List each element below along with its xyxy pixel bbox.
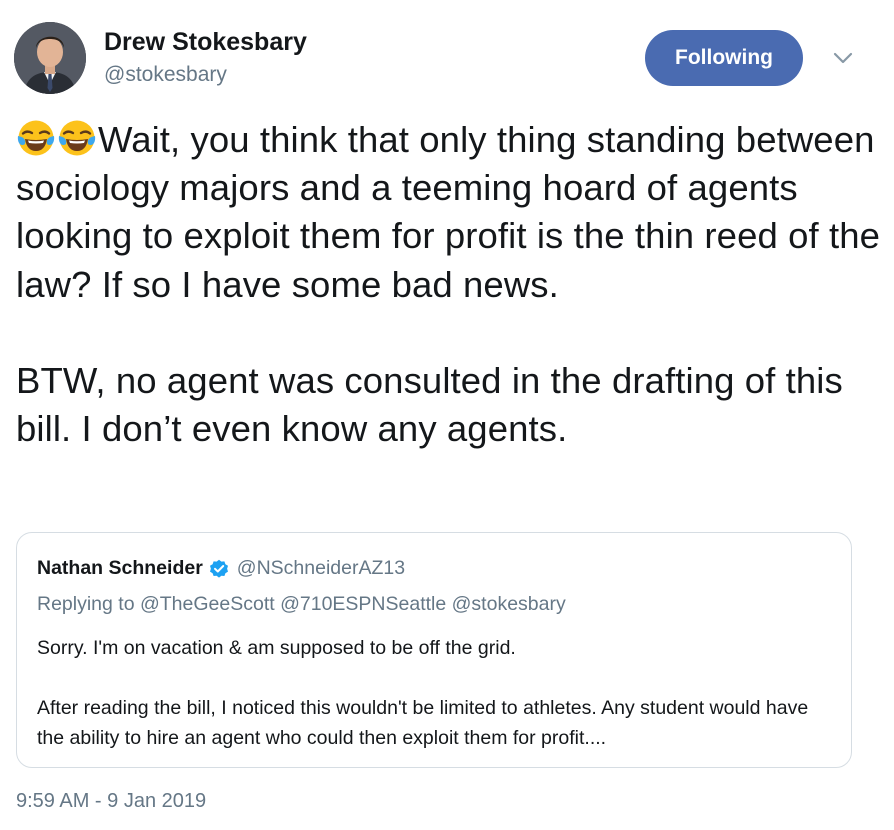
verified-badge-icon (209, 559, 228, 578)
quoted-author-handle[interactable]: @NSchneiderAZ13 (237, 557, 405, 580)
quoted-author-name[interactable]: Nathan Schneider (37, 557, 203, 580)
tweet-paragraph-text: Wait, you think that only thing standing… (16, 119, 881, 305)
quoted-paragraph: Sorry. I'm on vacation & am supposed to … (37, 637, 516, 659)
tweet-paragraph: Wait, you think that only thing standing… (16, 116, 882, 309)
tweet-timestamp[interactable]: 9:59 AM - 9 Jan 2019 (16, 790, 206, 813)
quoted-tweet-header: Nathan Schneider @NSchneiderAZ13 (37, 557, 405, 580)
quoted-tweet-body: Sorry. I'm on vacation & am supposed to … (37, 633, 837, 753)
quoted-paragraph: After reading the bill, I noticed this w… (37, 697, 809, 749)
quoted-tweet[interactable]: Nathan Schneider @NSchneiderAZ13 Replyin… (16, 532, 852, 768)
following-button[interactable]: Following (645, 30, 803, 86)
chevron-down-icon[interactable] (832, 50, 854, 66)
author-name[interactable]: Drew Stokesbary (104, 28, 307, 57)
author-avatar[interactable] (14, 22, 86, 94)
tweet-paragraph: BTW, no agent was consulted in the draft… (16, 359, 843, 450)
face-with-tears-of-joy-icon (57, 118, 97, 158)
author-handle[interactable]: @stokesbary (104, 63, 227, 87)
tweet-text: Wait, you think that only thing standing… (16, 116, 882, 453)
tweet: Drew Stokesbary @stokesbary Following Wa… (0, 0, 894, 830)
replying-to-line: Replying to @TheGeeScott @710ESPNSeattle… (37, 593, 566, 615)
face-with-tears-of-joy-icon (16, 118, 56, 158)
